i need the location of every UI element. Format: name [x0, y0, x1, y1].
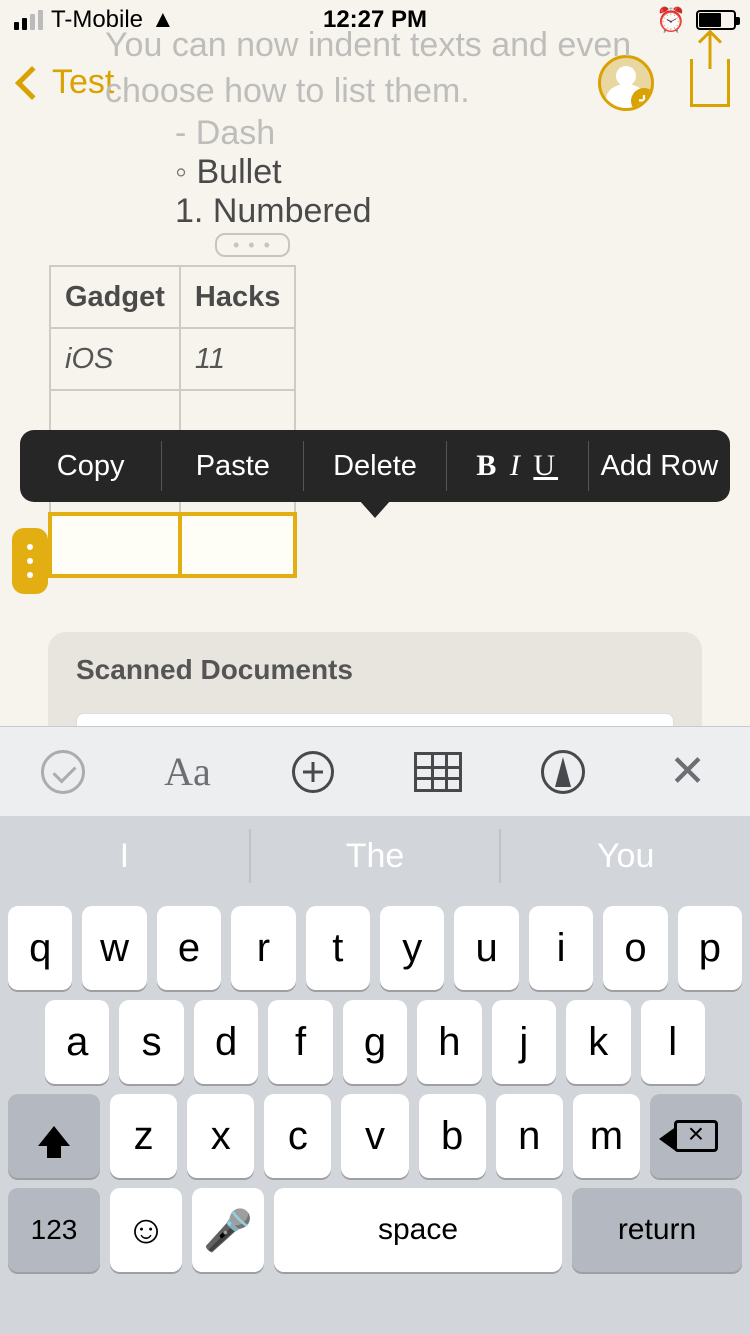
- key-b[interactable]: b: [419, 1094, 486, 1178]
- format-toolbar: Aa ✕: [0, 726, 750, 816]
- context-menu-pointer: [359, 500, 391, 518]
- key-l[interactable]: l: [641, 1000, 705, 1084]
- add-row-button[interactable]: Add Row: [589, 450, 730, 483]
- key-u[interactable]: u: [454, 906, 518, 990]
- numbered-item: Numbered: [175, 192, 705, 231]
- key-v[interactable]: v: [341, 1094, 408, 1178]
- table-icon: [414, 752, 462, 792]
- key-g[interactable]: g: [343, 1000, 407, 1084]
- key-h[interactable]: h: [417, 1000, 481, 1084]
- note-content[interactable]: You can now indent texts and even choose…: [0, 22, 750, 257]
- bullet-item: Bullet: [175, 153, 705, 192]
- note-line: choose how to list them.: [45, 68, 705, 114]
- add-attachment-button[interactable]: [288, 747, 338, 797]
- dismiss-keyboard-button[interactable]: ✕: [663, 747, 713, 797]
- key-row: 123 ☺ 🎤 space return: [0, 1178, 750, 1280]
- key-f[interactable]: f: [268, 1000, 332, 1084]
- key-row: z x c v b n m: [0, 1084, 750, 1178]
- table-cell[interactable]: [180, 514, 295, 576]
- table-row: iOS 11: [50, 328, 295, 390]
- plus-circle-icon: [292, 751, 334, 793]
- suggestion[interactable]: I: [0, 816, 249, 896]
- key-i[interactable]: i: [529, 906, 593, 990]
- format-biu-button[interactable]: B I U: [447, 449, 588, 483]
- pen-circle-icon: [541, 750, 585, 794]
- key-backspace[interactable]: [650, 1094, 742, 1178]
- key-e[interactable]: e: [157, 906, 221, 990]
- dash-item: Dash: [175, 114, 705, 153]
- paste-button[interactable]: Paste: [162, 450, 303, 483]
- scanned-documents-title: Scanned Documents: [76, 654, 674, 686]
- key-y[interactable]: y: [380, 906, 444, 990]
- key-return[interactable]: return: [572, 1188, 742, 1272]
- suggestion-bar: I The You: [0, 816, 750, 896]
- note-line: You can now indent texts and even: [45, 22, 705, 68]
- key-d[interactable]: d: [194, 1000, 258, 1084]
- table-cell[interactable]: iOS: [50, 328, 180, 390]
- table-header[interactable]: Gadget: [50, 266, 180, 328]
- key-n[interactable]: n: [496, 1094, 563, 1178]
- table-row: Gadget Hacks: [50, 266, 295, 328]
- backspace-icon: [674, 1120, 718, 1152]
- key-a[interactable]: a: [45, 1000, 109, 1084]
- shift-icon: [38, 1126, 70, 1146]
- key-shift[interactable]: [8, 1094, 100, 1178]
- key-q[interactable]: q: [8, 906, 72, 990]
- key-dictation[interactable]: 🎤: [192, 1188, 264, 1272]
- key-space[interactable]: space: [274, 1188, 562, 1272]
- key-m[interactable]: m: [573, 1094, 640, 1178]
- delete-button[interactable]: Delete: [304, 450, 445, 483]
- text-style-button[interactable]: Aa: [163, 747, 213, 797]
- key-j[interactable]: j: [492, 1000, 556, 1084]
- table-cell[interactable]: 11: [180, 328, 295, 390]
- key-t[interactable]: t: [306, 906, 370, 990]
- note-table[interactable]: Gadget Hacks iOS 11: [48, 265, 297, 578]
- keyboard: I The You q w e r t y u i o p a s d f g …: [0, 816, 750, 1334]
- key-s[interactable]: s: [119, 1000, 183, 1084]
- row-drag-handle[interactable]: [12, 528, 48, 594]
- key-o[interactable]: o: [603, 906, 667, 990]
- key-p[interactable]: p: [678, 906, 742, 990]
- check-circle-icon: [41, 750, 85, 794]
- key-r[interactable]: r: [231, 906, 295, 990]
- table-row-selected: [50, 514, 295, 576]
- key-row: a s d f g h j k l: [0, 990, 750, 1084]
- checklist-button[interactable]: [38, 747, 88, 797]
- draw-button[interactable]: [538, 747, 588, 797]
- table-header[interactable]: Hacks: [180, 266, 295, 328]
- key-emoji[interactable]: ☺: [110, 1188, 182, 1272]
- collapse-toggle[interactable]: • • •: [215, 233, 290, 257]
- key-c[interactable]: c: [264, 1094, 331, 1178]
- mic-icon: 🎤: [203, 1207, 253, 1254]
- suggestion[interactable]: You: [501, 816, 750, 896]
- table-cell[interactable]: [50, 514, 180, 576]
- emoji-icon: ☺: [126, 1208, 167, 1253]
- copy-button[interactable]: Copy: [20, 450, 161, 483]
- key-x[interactable]: x: [187, 1094, 254, 1178]
- key-numbers[interactable]: 123: [8, 1188, 100, 1272]
- key-k[interactable]: k: [566, 1000, 630, 1084]
- key-w[interactable]: w: [82, 906, 146, 990]
- suggestion[interactable]: The: [251, 816, 500, 896]
- insert-table-button[interactable]: [413, 747, 463, 797]
- scanned-documents-card[interactable]: Scanned Documents: [48, 632, 702, 727]
- context-menu: Copy Paste Delete B I U Add Row: [20, 430, 730, 502]
- key-z[interactable]: z: [110, 1094, 177, 1178]
- key-row: q w e r t y u i o p: [0, 896, 750, 990]
